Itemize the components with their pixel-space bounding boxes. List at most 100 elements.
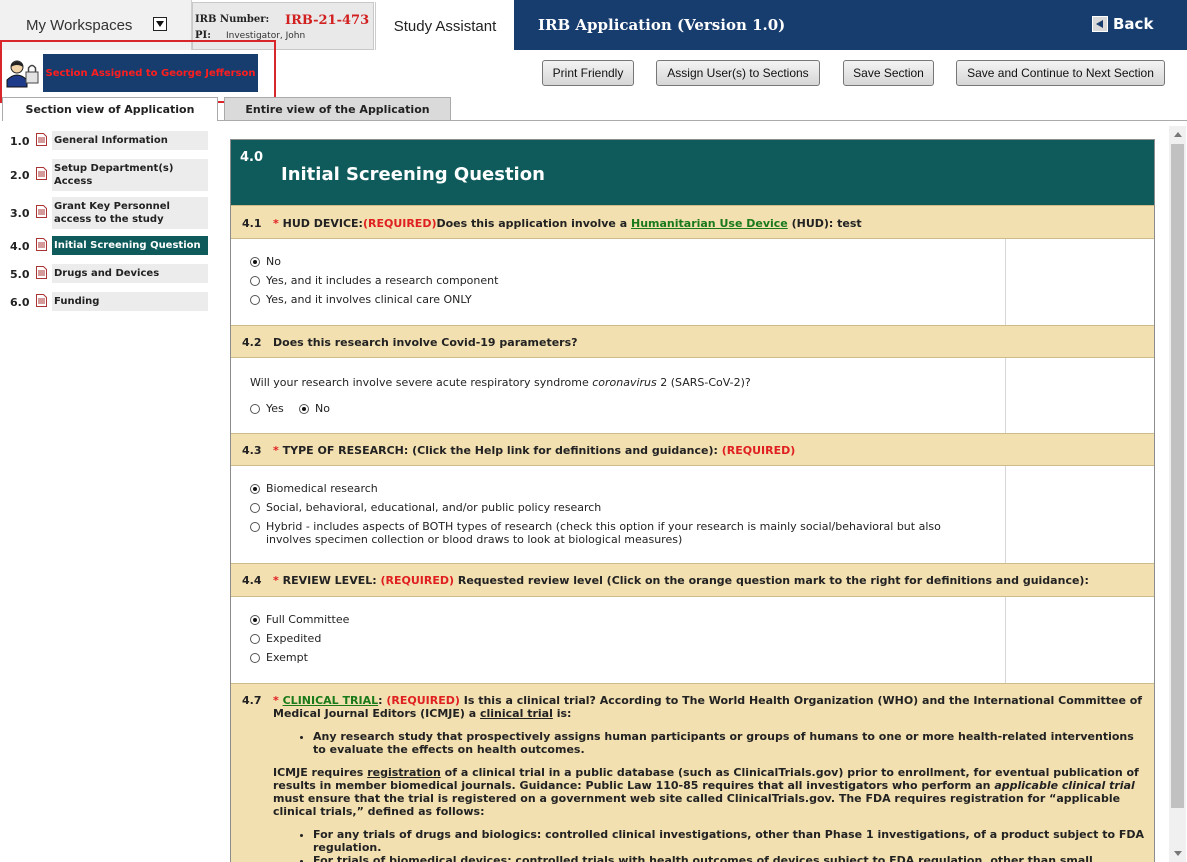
sidebar-item-initial-screening[interactable]: 4.0 Initial Screening Question xyxy=(0,236,210,256)
radio-button[interactable] xyxy=(299,404,309,414)
tab-study-assistant[interactable]: Study Assistant xyxy=(375,2,514,50)
sidebar-item-label: Funding xyxy=(52,292,208,311)
document-icon xyxy=(36,205,47,218)
sidebar-item-drugs-devices[interactable]: 5.0 Drugs and Devices xyxy=(0,264,210,284)
question-number: 4.3 xyxy=(242,444,262,457)
radio-button[interactable] xyxy=(250,503,260,513)
bullet-item: For trials of biomedical devices: contro… xyxy=(313,854,1144,862)
question-text: * HUD DEVICE:(REQUIRED)Does this applica… xyxy=(273,217,862,230)
workspaces-label: My Workspaces xyxy=(26,17,133,34)
sidebar-item-key-personnel[interactable]: 3.0 Grant Key Personnel access to the st… xyxy=(0,197,210,229)
question-4-2-body: Will your research involve severe acute … xyxy=(231,358,1154,433)
question-text: * TYPE OF RESEARCH: (Click the Help link… xyxy=(273,444,796,457)
hud-option-clinical[interactable]: Yes, and it involves clinical care ONLY xyxy=(250,293,472,306)
radio-button[interactable] xyxy=(250,484,260,494)
sidebar-item-general-information[interactable]: 1.0 General Information xyxy=(0,131,210,151)
clinical-trial-def-link[interactable]: clinical trial xyxy=(480,707,553,720)
question-4-1-body: No Yes, and it includes a research compo… xyxy=(231,239,1154,325)
help-column xyxy=(1005,466,1006,563)
hud-option-research[interactable]: Yes, and it includes a research componen… xyxy=(250,274,498,287)
scrollbar-thumb[interactable] xyxy=(1171,144,1184,808)
chevron-down-icon[interactable] xyxy=(153,17,167,31)
sidebar-item-number: 1.0 xyxy=(10,135,30,148)
scroll-down-icon[interactable] xyxy=(1169,845,1186,862)
sidebar-item-label: Initial Screening Question xyxy=(52,236,208,255)
radio-button[interactable] xyxy=(250,257,260,267)
sidebar-item-label: Setup Department(s) Access xyxy=(52,159,208,191)
radio-button[interactable] xyxy=(250,295,260,305)
clinical-trial-link[interactable]: CLINICAL TRIAL xyxy=(283,694,379,707)
question-number: 4.4 xyxy=(242,574,262,587)
question-number: 4.1 xyxy=(242,217,262,230)
section-assigned-label: Section Assigned to George Jefferson xyxy=(43,54,258,92)
radio-button[interactable] xyxy=(250,276,260,286)
document-icon xyxy=(36,294,47,307)
section-title: Initial Screening Question xyxy=(281,164,545,185)
app-title-bar: IRB Application (Version 1.0) Back xyxy=(514,0,1187,50)
section-content: 4.0 Initial Screening Question 4.1 * HUD… xyxy=(230,139,1155,862)
user-lock-icon xyxy=(6,60,39,88)
hud-option-no[interactable]: No xyxy=(250,255,281,268)
review-option-full[interactable]: Full Committee xyxy=(250,613,349,626)
question-number: 4.2 xyxy=(242,336,262,349)
document-icon xyxy=(36,167,47,180)
question-text: Does this research involve Covid-19 para… xyxy=(273,336,578,349)
section-header: 4.0 Initial Screening Question xyxy=(231,140,1154,205)
research-option-biomedical[interactable]: Biomedical research xyxy=(250,482,378,495)
radio-button[interactable] xyxy=(250,615,260,625)
tab-section-view[interactable]: Section view of Application xyxy=(2,97,218,121)
save-section-button[interactable]: Save Section xyxy=(843,60,934,86)
research-option-social[interactable]: Social, behavioral, educational, and/or … xyxy=(250,501,601,514)
sidebar-item-number: 2.0 xyxy=(10,169,30,182)
bullet-item: Any research study that prospectively as… xyxy=(313,730,1144,756)
back-button[interactable]: Back xyxy=(1092,15,1153,33)
sidebar-item-number: 4.0 xyxy=(10,240,30,253)
help-column xyxy=(1005,239,1006,325)
assign-users-button[interactable]: Assign User(s) to Sections xyxy=(656,60,820,86)
question-4-3-body: Biomedical research Social, behavioral, … xyxy=(231,466,1154,563)
question-4-3-header: 4.3 * TYPE OF RESEARCH: (Click the Help … xyxy=(231,433,1154,466)
bullet-item: For any trials of drugs and biologics: c… xyxy=(313,828,1144,854)
radio-button[interactable] xyxy=(250,653,260,663)
back-label: Back xyxy=(1113,15,1154,33)
review-option-exempt[interactable]: Exempt xyxy=(250,651,308,664)
covid-option-no[interactable]: No xyxy=(299,402,330,415)
sidebar-item-number: 3.0 xyxy=(10,207,30,220)
clinical-trial-text: * CLINICAL TRIAL: (REQUIRED) Is this a c… xyxy=(273,694,1144,862)
question-4-1-header: 4.1 * HUD DEVICE:(REQUIRED)Does this app… xyxy=(231,205,1154,239)
radio-button[interactable] xyxy=(250,404,260,414)
radio-button[interactable] xyxy=(250,634,260,644)
print-friendly-button[interactable]: Print Friendly xyxy=(542,60,634,86)
tab-entire-view[interactable]: Entire view of the Application xyxy=(224,97,451,121)
sidebar-item-label: Grant Key Personnel access to the study xyxy=(52,197,208,229)
sidebar-item-department-access[interactable]: 2.0 Setup Department(s) Access xyxy=(0,159,210,191)
question-4-4-body: Full Committee Expedited Exempt xyxy=(231,597,1154,683)
question-4-7-header: 4.7 * CLINICAL TRIAL: (REQUIRED) Is this… xyxy=(231,683,1154,862)
help-column xyxy=(1005,597,1006,683)
back-arrow-icon xyxy=(1092,16,1108,32)
question-4-2-header: 4.2 Does this research involve Covid-19 … xyxy=(231,325,1154,358)
sidebar-item-number: 6.0 xyxy=(10,296,30,309)
review-option-expedited[interactable]: Expedited xyxy=(250,632,321,645)
radio-button[interactable] xyxy=(250,522,260,532)
vertical-scrollbar[interactable] xyxy=(1169,126,1186,862)
covid-prompt: Will your research involve severe acute … xyxy=(250,376,751,389)
sidebar-item-number: 5.0 xyxy=(10,268,30,281)
hud-link[interactable]: Humanitarian Use Device xyxy=(631,217,788,230)
research-option-hybrid[interactable]: Hybrid - includes aspects of BOTH types … xyxy=(250,520,950,546)
document-icon xyxy=(36,266,47,279)
document-icon xyxy=(36,238,47,251)
covid-option-yes[interactable]: Yes xyxy=(250,402,284,415)
app-title: IRB Application (Version 1.0) xyxy=(538,16,786,34)
sidebar-item-label: General Information xyxy=(52,131,208,150)
help-column xyxy=(1005,358,1006,433)
irb-number-key: IRB Number: xyxy=(195,14,270,25)
sidebar-item-funding[interactable]: 6.0 Funding xyxy=(0,292,210,312)
section-number: 4.0 xyxy=(240,150,264,165)
scroll-up-icon[interactable] xyxy=(1169,126,1186,143)
question-text: * REVIEW LEVEL: (REQUIRED) Requested rev… xyxy=(273,574,1089,587)
irb-number: IRB-21-473 xyxy=(285,13,370,28)
registration-link[interactable]: registration xyxy=(367,766,441,779)
document-icon xyxy=(36,133,47,146)
save-continue-button[interactable]: Save and Continue to Next Section xyxy=(956,60,1165,86)
